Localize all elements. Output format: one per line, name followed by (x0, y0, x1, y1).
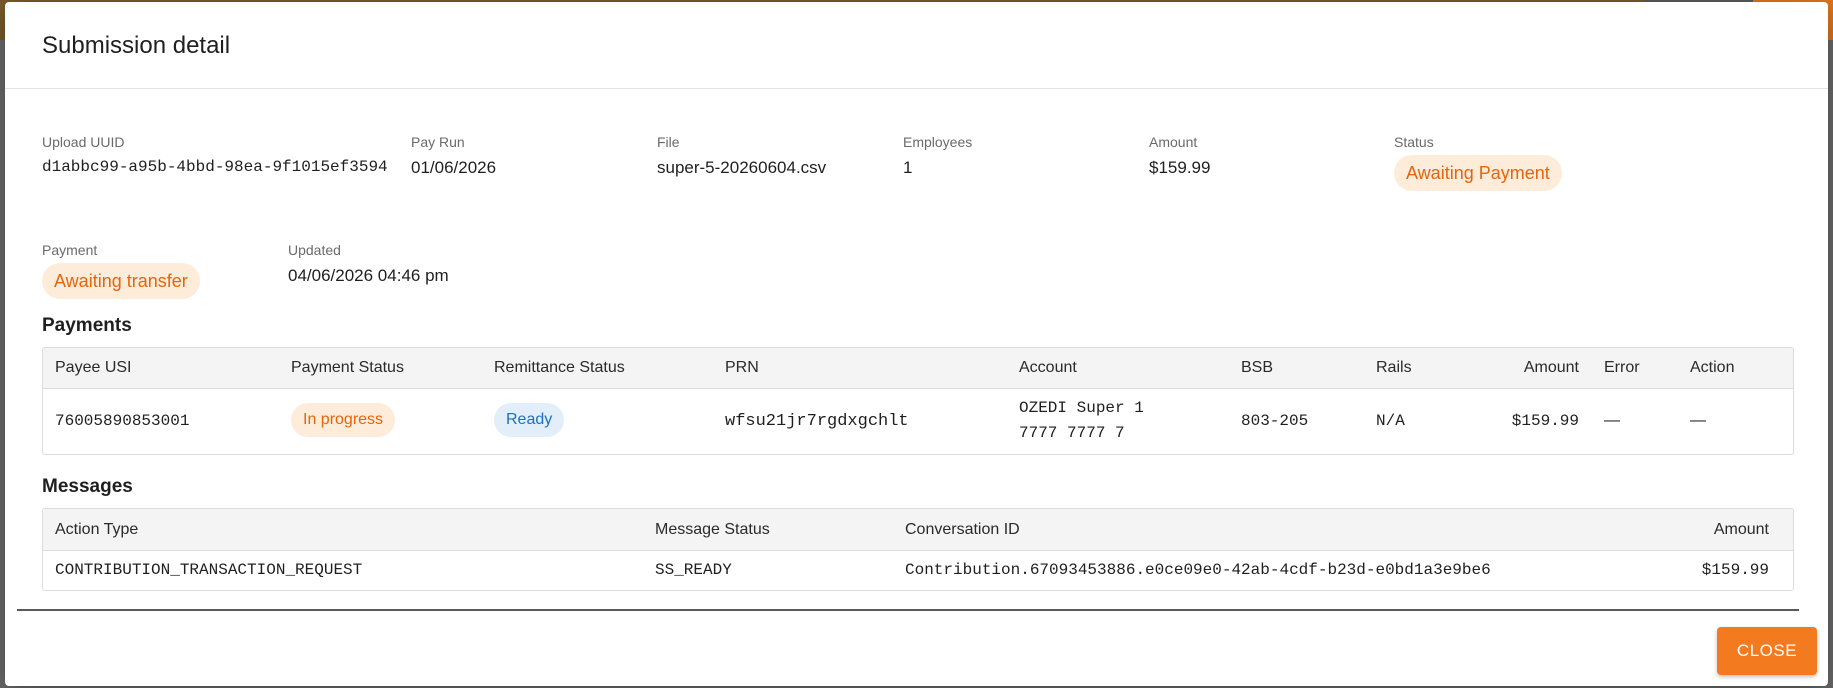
employees-value: 1 (903, 158, 913, 177)
employees-label: Employees (903, 134, 973, 150)
file-value: super-5-20260604.csv (657, 158, 827, 177)
updated-label: Updated (288, 242, 341, 258)
rails-cell: N/A (1376, 412, 1405, 430)
action-cell: — (1690, 412, 1706, 429)
column-header[interactable]: Rails (1376, 359, 1412, 377)
table-row: CONTRIBUTION_TRANSACTION_REQUEST SS_READ… (43, 551, 1793, 590)
bsb-cell: 803-205 (1241, 412, 1309, 430)
column-header[interactable]: Payment Status (291, 359, 404, 377)
close-button[interactable]: CLOSE (1717, 627, 1817, 675)
remittance-status-chip: Ready (494, 403, 565, 437)
status-chip: Awaiting Payment (1394, 155, 1562, 191)
pay-run-value: 01/06/2026 (411, 158, 497, 177)
status-label: Status (1394, 134, 1434, 150)
divider (5, 88, 1828, 89)
submission-detail-dialog: Submission detail Upload UUID d1abbc99-a… (5, 2, 1828, 686)
updated-value: 04/06/2026 04:46 pm (288, 266, 449, 285)
column-header[interactable]: Action (1690, 359, 1734, 377)
column-header[interactable]: Conversation ID (905, 521, 1020, 539)
column-header[interactable]: BSB (1241, 359, 1273, 377)
prn-cell: wfsu21jr7rgdxgchlt (725, 412, 909, 431)
column-header[interactable]: Remittance Status (494, 359, 625, 377)
upload-uuid-field: Upload UUID d1abbc99-a95b-4bbd-98ea-9f10… (42, 134, 388, 176)
amount-value: $159.99 (1149, 158, 1211, 177)
status-field: Status Awaiting Payment (1394, 134, 1562, 191)
remittance-status-cell: Ready (494, 403, 565, 437)
table-header: Payee USI Payment Status Remittance Stat… (43, 348, 1793, 389)
column-header[interactable]: Payee USI (55, 359, 131, 377)
payment-chip: Awaiting transfer (42, 263, 200, 299)
column-header[interactable]: Amount (1714, 521, 1769, 539)
footer-divider (17, 609, 1799, 611)
action-type-cell: CONTRIBUTION_TRANSACTION_REQUEST (55, 561, 363, 579)
amount-field: Amount $159.99 (1149, 134, 1210, 178)
dialog-title: Submission detail (42, 32, 231, 59)
updated-field: Updated 04/06/2026 04:46 pm (288, 242, 449, 286)
payment-status-cell: In progress (291, 403, 396, 437)
payment-status-chip: In progress (291, 403, 396, 437)
payments-section-title: Payments (42, 315, 132, 336)
account-number-cell: 7777 7777 7 (1019, 424, 1125, 442)
payments-table: Payee USI Payment Status Remittance Stat… (42, 347, 1794, 455)
pay-run-field: Pay Run 01/06/2026 (411, 134, 496, 178)
column-header[interactable]: Action Type (55, 521, 138, 539)
conversation-id-cell: Contribution.67093453886.e0ce09e0-42ab-4… (905, 561, 1491, 579)
file-label: File (657, 134, 680, 150)
message-amount-cell: $159.99 (1701, 561, 1769, 579)
column-header[interactable]: Message Status (655, 521, 770, 539)
message-status-cell: SS_READY (655, 561, 732, 579)
file-field: File super-5-20260604.csv (657, 134, 826, 178)
payment-label: Payment (42, 242, 98, 258)
payee-usi-cell: 76005890853001 (55, 412, 190, 430)
column-header[interactable]: Error (1604, 359, 1640, 377)
error-cell: — (1604, 412, 1620, 429)
amount-cell: $159.99 (1511, 412, 1579, 430)
upload-uuid-label: Upload UUID (42, 134, 125, 150)
messages-section-title: Messages (42, 476, 133, 497)
amount-label: Amount (1149, 134, 1198, 150)
payment-field: Payment Awaiting transfer (42, 242, 200, 299)
pay-run-label: Pay Run (411, 134, 465, 150)
account-name-cell: OZEDI Super 1 (1019, 399, 1144, 417)
table-header: Action Type Message Status Conversation … (43, 509, 1793, 551)
column-header[interactable]: PRN (725, 359, 759, 377)
column-header[interactable]: Account (1019, 359, 1077, 377)
upload-uuid-value: d1abbc99-a95b-4bbd-98ea-9f1015ef3594 (42, 158, 388, 176)
column-header[interactable]: Amount (1524, 359, 1579, 377)
employees-field: Employees 1 (903, 134, 972, 178)
messages-table: Action Type Message Status Conversation … (42, 508, 1794, 591)
table-row: 76005890853001 In progress Ready wfsu21j… (43, 389, 1793, 453)
